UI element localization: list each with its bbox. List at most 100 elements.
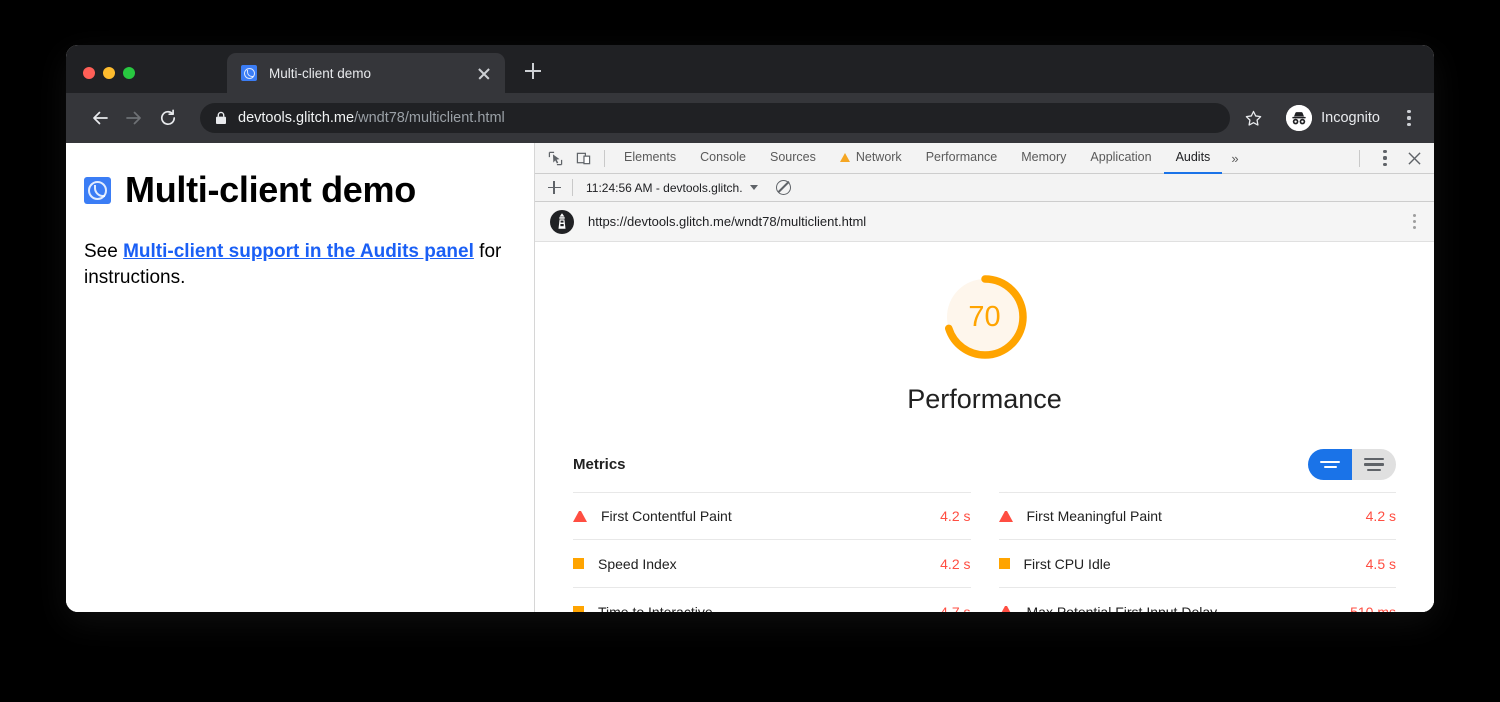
metric-value: 4.2 s	[940, 556, 970, 572]
tab-strip: Multi-client demo	[66, 45, 1434, 93]
metrics-header: Metrics	[573, 449, 1396, 480]
arrow-right-icon	[124, 108, 144, 128]
tab-label: Console	[700, 150, 746, 164]
page-content: Multi-client demo See Multi-client suppo…	[66, 143, 535, 612]
square-average-icon	[999, 558, 1010, 569]
tab-audits[interactable]: Audits	[1164, 143, 1223, 174]
metric-row[interactable]: First Contentful Paint 4.2 s	[573, 492, 971, 540]
score-category-label: Performance	[907, 384, 1062, 415]
reload-button[interactable]	[152, 102, 184, 134]
audits-docs-link[interactable]: Multi-client support in the Audits panel	[123, 241, 474, 262]
tab-sources[interactable]: Sources	[758, 143, 828, 174]
metric-label: Speed Index	[598, 556, 677, 572]
page-paragraph: See Multi-client support in the Audits p…	[84, 239, 504, 290]
close-icon[interactable]	[1400, 145, 1428, 171]
performance-score-gauge: 70	[940, 272, 1030, 362]
url-text: devtools.glitch.me/wndt78/multiclient.ht…	[238, 110, 1220, 126]
toolbar-divider	[572, 179, 573, 196]
devtools-panel: Elements Console Sources Network Perform…	[535, 143, 1434, 612]
profile-button[interactable]: Incognito	[1280, 105, 1386, 131]
address-bar: devtools.glitch.me/wndt78/multiclient.ht…	[66, 93, 1434, 143]
metric-row[interactable]: First Meaningful Paint 4.2 s	[999, 492, 1397, 540]
metric-value: 4.2 s	[1366, 508, 1396, 524]
browser-tab[interactable]: Multi-client demo	[227, 53, 505, 93]
metric-value: 4.2 s	[940, 508, 970, 524]
devtools-toolbar-right	[1355, 145, 1434, 171]
url-domain: devtools.glitch.me	[238, 110, 354, 126]
metric-row[interactable]: Speed Index 4.2 s	[573, 540, 971, 588]
lock-icon	[215, 111, 227, 125]
devtools-toolbar: Elements Console Sources Network Perform…	[535, 143, 1434, 174]
report-selector-label: 11:24:56 AM - devtools.glitch.	[586, 181, 743, 195]
star-icon	[1244, 109, 1263, 128]
warning-icon	[840, 153, 850, 162]
metrics-view-toggle	[1308, 449, 1396, 480]
close-icon[interactable]	[474, 63, 494, 83]
new-audit-button[interactable]	[543, 177, 565, 199]
arrow-left-icon	[90, 108, 110, 128]
device-toolbar-icon[interactable]	[569, 145, 597, 171]
rows-compact-icon[interactable]	[1308, 449, 1352, 480]
maximize-window-button[interactable]	[123, 67, 135, 79]
toolbar-divider	[1359, 150, 1360, 167]
bookmark-button[interactable]	[1240, 105, 1266, 131]
square-average-icon	[573, 606, 584, 612]
metric-row[interactable]: Max Potential First Input Delay 510 ms	[999, 588, 1397, 612]
metric-label: First CPU Idle	[1024, 556, 1111, 572]
lighthouse-icon	[549, 209, 575, 235]
tab-application[interactable]: Application	[1078, 143, 1163, 174]
toolbar-divider	[604, 150, 605, 167]
incognito-avatar-icon	[1286, 105, 1312, 131]
report-menu-button[interactable]	[1409, 210, 1420, 233]
tab-elements[interactable]: Elements	[612, 143, 688, 174]
report-url-row: https://devtools.glitch.me/wndt78/multic…	[535, 202, 1434, 242]
metric-label: First Meaningful Paint	[1027, 508, 1162, 524]
tab-label: Audits	[1176, 150, 1211, 164]
profile-label: Incognito	[1321, 110, 1380, 126]
tab-label: Application	[1090, 150, 1151, 164]
paragraph-prefix: See	[84, 241, 123, 262]
forward-button[interactable]	[118, 102, 150, 134]
tab-console[interactable]: Console	[688, 143, 758, 174]
browser-menu-button[interactable]	[1396, 105, 1422, 131]
page-title: Multi-client demo	[84, 169, 504, 211]
tab-memory[interactable]: Memory	[1009, 143, 1078, 174]
metric-value: 510 ms	[1350, 604, 1396, 613]
page-title-text: Multi-client demo	[125, 169, 416, 211]
devtools-settings-button[interactable]	[1372, 145, 1398, 171]
square-average-icon	[573, 558, 584, 569]
devtools-tab-list: Elements Console Sources Network Perform…	[612, 143, 1248, 174]
new-tab-button[interactable]	[519, 57, 547, 85]
tab-network[interactable]: Network	[828, 143, 914, 174]
metric-row[interactable]: Time to Interactive 4.7 s	[573, 588, 971, 612]
back-button[interactable]	[84, 102, 116, 134]
metric-label: Time to Interactive	[598, 604, 713, 613]
metric-value: 4.5 s	[1366, 556, 1396, 572]
minimize-window-button[interactable]	[103, 67, 115, 79]
score-gauge-section: 70 Performance	[573, 272, 1396, 415]
url-input[interactable]: devtools.glitch.me/wndt78/multiclient.ht…	[200, 103, 1230, 133]
metric-row[interactable]: First CPU Idle 4.5 s	[999, 540, 1397, 588]
report-url-text: https://devtools.glitch.me/wndt78/multic…	[588, 214, 1409, 229]
more-tabs-button[interactable]: »	[1222, 151, 1247, 166]
tab-performance[interactable]: Performance	[914, 143, 1010, 174]
metric-label: First Contentful Paint	[601, 508, 732, 524]
triangle-fail-icon	[999, 511, 1013, 522]
close-window-button[interactable]	[83, 67, 95, 79]
inspect-cursor-icon[interactable]	[541, 145, 569, 171]
reload-icon	[158, 108, 178, 128]
screenshot-root: Multi-client demo	[0, 0, 1500, 702]
report-selector[interactable]: 11:24:56 AM - devtools.glitch.	[580, 181, 764, 195]
window-controls	[83, 67, 135, 79]
clear-all-icon[interactable]	[776, 180, 791, 195]
audits-toolbar: 11:24:56 AM - devtools.glitch.	[535, 174, 1434, 202]
browser-window: Multi-client demo	[66, 45, 1434, 612]
chrome-spiral-icon	[241, 65, 257, 81]
chevron-down-icon	[750, 185, 758, 190]
metric-label: Max Potential First Input Delay	[1027, 604, 1218, 613]
score-value: 70	[940, 272, 1030, 362]
chrome-spiral-icon	[84, 177, 111, 204]
tab-title: Multi-client demo	[269, 66, 474, 81]
rows-expanded-icon[interactable]	[1352, 449, 1396, 480]
tab-label: Elements	[624, 150, 676, 164]
